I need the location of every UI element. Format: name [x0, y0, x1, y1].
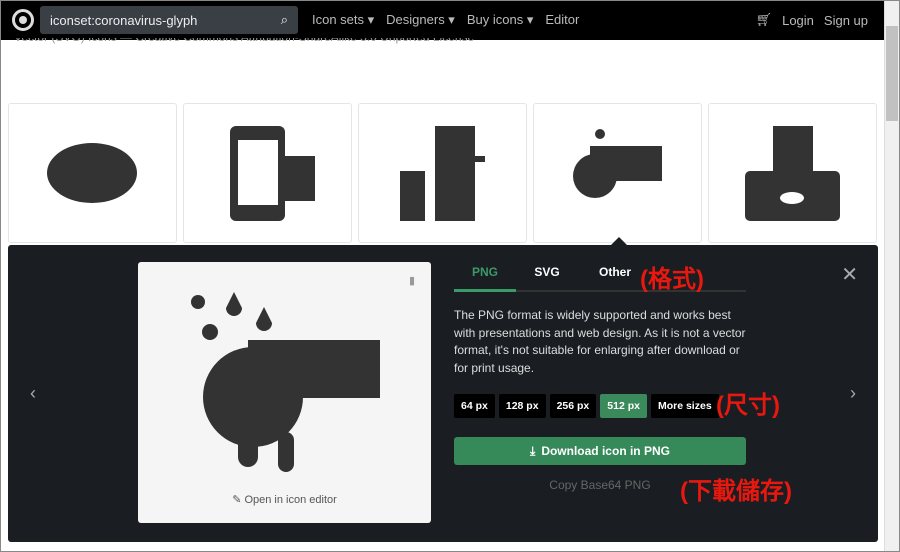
- icon-tile-world[interactable]: [8, 103, 177, 243]
- annotation-size: (尺寸): [716, 392, 780, 419]
- icon-tile-printer[interactable]: [708, 103, 877, 243]
- size-options: 64 px 128 px 256 px 512 px More sizes: [454, 394, 719, 418]
- search-input[interactable]: iconset:coronavirus-glyph ⌕: [40, 6, 298, 34]
- size-64[interactable]: 64 px: [454, 394, 495, 418]
- menu-designers[interactable]: Designers ▾: [386, 12, 455, 28]
- icon-preview: ▮ ✎ Open in icon editor: [138, 262, 431, 523]
- icon-detail-panel: ‹ › ✕ ▮ ✎ Open in icon editor PNG SVG Ot…: [8, 245, 878, 542]
- size-512[interactable]: 512 px: [600, 394, 647, 418]
- icon-tile-hand-wash[interactable]: [533, 103, 702, 243]
- tab-other[interactable]: Other: [584, 265, 646, 290]
- icon-tile-phone-news[interactable]: [183, 103, 352, 243]
- panel-caret: [611, 237, 627, 245]
- phone-news-icon: [230, 125, 315, 221]
- scrollbar[interactable]: [884, 0, 900, 552]
- tab-png[interactable]: PNG: [454, 265, 516, 292]
- cart-icon[interactable]: 🛒︎: [756, 12, 773, 28]
- menu-editor[interactable]: Editor: [545, 12, 579, 28]
- open-editor-link[interactable]: ✎ Open in icon editor: [138, 493, 431, 506]
- format-description: The PNG format is widely supported and w…: [454, 308, 746, 375]
- menu-buy-icons[interactable]: Buy icons ▾: [467, 12, 534, 28]
- close-icon[interactable]: ✕: [841, 262, 858, 287]
- size-256[interactable]: 256 px: [549, 394, 597, 418]
- prev-arrow-icon[interactable]: ‹: [30, 383, 36, 404]
- login-link[interactable]: Login: [782, 13, 814, 28]
- logo-icon[interactable]: [12, 9, 34, 31]
- open-editor-label: Open in icon editor: [244, 494, 337, 506]
- annotation-save: (下載儲存): [680, 478, 792, 505]
- icon-tile-disinfect-door[interactable]: [358, 103, 527, 243]
- search-icon[interactable]: ⌕: [281, 12, 288, 28]
- top-nav: iconset:coronavirus-glyph ⌕ Icon sets ▾ D…: [0, 0, 884, 40]
- hand-wash-icon: [573, 128, 662, 198]
- scrollbar-thumb[interactable]: [886, 26, 898, 121]
- annotation-format: (格式): [640, 266, 704, 293]
- download-label: Download icon in PNG: [541, 444, 670, 458]
- next-arrow-icon[interactable]: ›: [850, 383, 856, 404]
- globe-virus-icon: [47, 142, 137, 203]
- signup-link[interactable]: Sign up: [824, 13, 868, 28]
- bookmark-icon[interactable]: ▮: [409, 274, 415, 287]
- disinfect-door-icon: [400, 125, 485, 221]
- more-sizes[interactable]: More sizes: [650, 394, 719, 418]
- download-button[interactable]: ⤓ Download icon in PNG: [454, 437, 746, 465]
- search-value: iconset:coronavirus-glyph: [50, 12, 198, 28]
- printer-icon: [745, 125, 840, 221]
- hand-wash-preview-icon: [191, 292, 380, 472]
- size-128[interactable]: 128 px: [498, 394, 546, 418]
- tab-svg[interactable]: SVG: [516, 265, 578, 290]
- menu-icon-sets[interactable]: Icon sets ▾: [312, 12, 374, 28]
- download-icon: ⤓: [530, 443, 536, 458]
